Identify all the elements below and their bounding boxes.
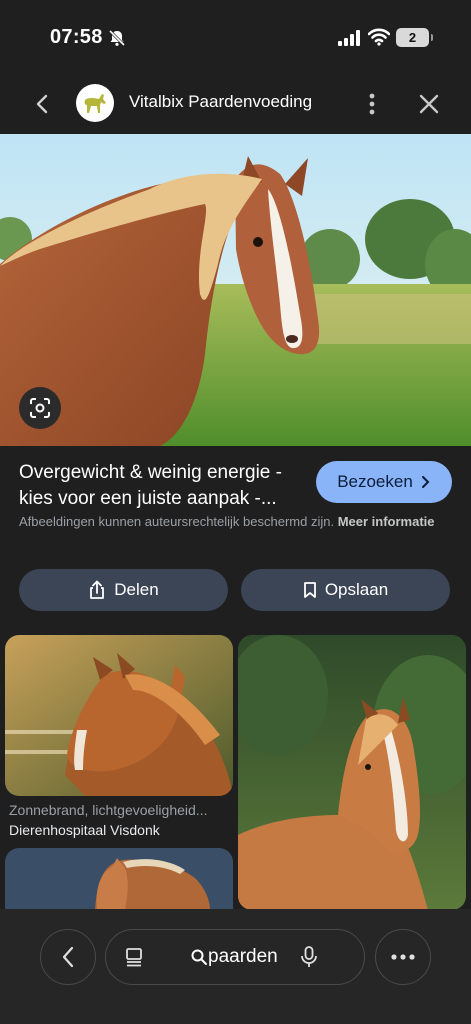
status-time: 07:58 xyxy=(50,26,103,48)
browser-back-button[interactable] xyxy=(40,929,96,985)
result-title[interactable]: Overgewicht & weinig energie - kies voor… xyxy=(19,460,309,512)
signal-icon xyxy=(338,30,360,46)
site-logo xyxy=(76,84,114,122)
close-icon[interactable] xyxy=(416,91,442,117)
search-bar[interactable]: paarden xyxy=(105,929,365,985)
visit-button-label: Bezoeken xyxy=(337,472,413,491)
search-icon xyxy=(191,949,207,965)
battery-indicator: 2 xyxy=(396,28,433,47)
related-image-2[interactable] xyxy=(238,635,466,910)
save-button-label: Opslaan xyxy=(324,580,389,599)
chevron-right-icon xyxy=(421,476,430,488)
bottom-toolbar: paarden xyxy=(0,909,471,1024)
related-title-1[interactable]: Zonnebrand, lichtgevoeligheid... xyxy=(9,802,231,818)
back-arrow-icon[interactable] xyxy=(30,91,56,117)
search-query[interactable]: paarden xyxy=(208,946,278,968)
mic-icon[interactable] xyxy=(300,945,318,969)
visit-button[interactable]: Bezoeken xyxy=(316,461,452,503)
related-image-3[interactable] xyxy=(5,848,233,910)
share-button[interactable]: Delen xyxy=(19,569,228,611)
site-name[interactable]: Vitalbix Paardenvoeding xyxy=(129,92,312,112)
bell-off-icon xyxy=(108,29,126,47)
more-vert-icon[interactable] xyxy=(360,90,384,118)
horse-logo-icon xyxy=(84,94,106,113)
share-icon xyxy=(90,580,105,599)
copyright-text: Afbeeldingen kunnen auteursrechtelijk be… xyxy=(19,514,335,529)
save-button[interactable]: Opslaan xyxy=(241,569,450,611)
more-info-link[interactable]: Meer informatie xyxy=(338,514,435,529)
share-button-label: Delen xyxy=(114,580,159,599)
site-header: Vitalbix Paardenvoeding xyxy=(0,76,471,134)
wifi-icon xyxy=(368,28,390,46)
lens-button[interactable] xyxy=(19,387,61,429)
bookmark-icon xyxy=(303,582,316,598)
back-arrow-icon xyxy=(62,946,74,968)
related-source-1: Dierenhospitaal Visdonk xyxy=(9,822,160,838)
copyright-notice: Afbeeldingen kunnen auteursrechtelijk be… xyxy=(19,512,439,532)
hero-image[interactable] xyxy=(0,134,471,446)
status-bar: 07:58 2 xyxy=(0,0,471,76)
more-horiz-icon xyxy=(391,954,415,960)
related-image-1[interactable] xyxy=(5,635,233,796)
tabs-icon[interactable] xyxy=(124,946,146,968)
lens-icon xyxy=(30,398,50,418)
browser-menu-button[interactable] xyxy=(375,929,431,985)
